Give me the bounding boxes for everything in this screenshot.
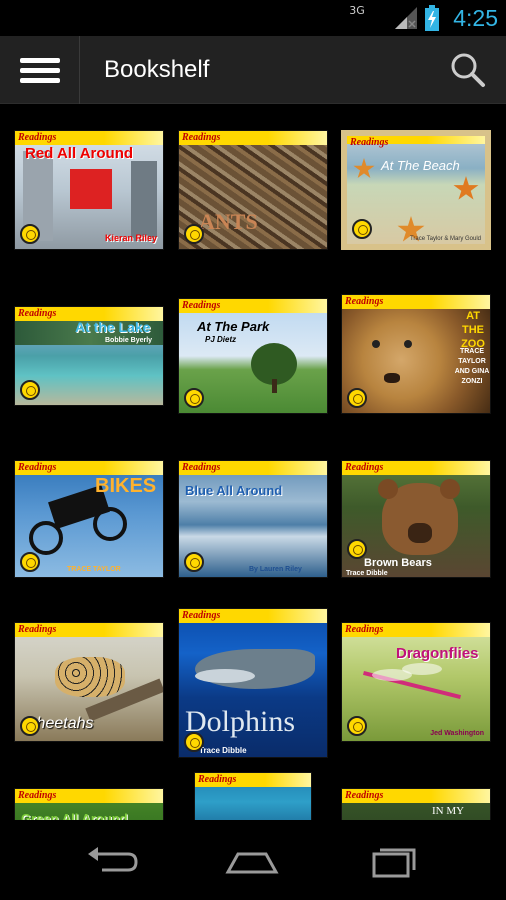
book-title: At The Park: [197, 319, 270, 334]
book-title: BIKES: [95, 475, 157, 497]
bookshelf-grid: Readings Red All Around Kieran Riley Rea…: [0, 104, 506, 820]
clock: 4:25: [453, 4, 498, 31]
book-author: Bobbie Byerly: [105, 337, 153, 344]
recent-apps-icon[interactable]: [364, 842, 424, 882]
book-cover-dragonflies[interactable]: Readings Dragonflies Jed Washington: [341, 622, 491, 742]
back-icon[interactable]: [82, 842, 142, 882]
network-type-label: 3G: [349, 4, 365, 17]
series-label: Readings: [345, 624, 384, 635]
book-author: Trace Taylor & Mary Gould: [409, 236, 481, 242]
series-label: Readings: [345, 296, 384, 307]
book-cover-in-my[interactable]: Readings IN MY: [341, 788, 491, 820]
book-author: By Lauren Riley: [249, 566, 302, 573]
book-author: TRACE TAYLOR: [67, 566, 121, 573]
book-cover-at-the-beach[interactable]: Readings At The Beach Trace Taylor & Mar…: [341, 130, 491, 250]
series-label: Readings: [182, 610, 221, 621]
book-cover-green-all-around[interactable]: Readings Green All Around: [14, 788, 164, 820]
book-title: ANTS: [199, 209, 258, 234]
series-label: Readings: [198, 774, 237, 785]
book-cover-ants[interactable]: Readings ANTS: [178, 130, 328, 250]
book-author: Trace Dibble: [199, 746, 247, 755]
book-title: AT THE ZOO: [461, 310, 485, 350]
series-label: Readings: [18, 462, 57, 473]
book-cover-red-all-around[interactable]: Readings Red All Around Kieran Riley: [14, 130, 164, 250]
book-title: Green All Around: [21, 811, 128, 820]
publisher-logo-icon: [352, 219, 372, 239]
battery-charging-icon: [425, 5, 440, 31]
publisher-logo-icon: [184, 224, 204, 244]
book-title: Dolphins: [185, 705, 296, 738]
publisher-logo-icon: [347, 716, 367, 736]
book-title: Dragonflies: [396, 645, 479, 662]
book-cover-at-the-zoo[interactable]: Readings AT THE ZOO TRACE TAYLOR AND GIN…: [341, 294, 491, 414]
publisher-logo-icon: [20, 224, 40, 244]
series-label: Readings: [350, 137, 389, 148]
book-cover-brown-bears[interactable]: Readings Brown Bears Trace Dibble: [341, 460, 491, 578]
book-author: Trace Dibble: [346, 570, 388, 577]
status-icons: 3G 4:25: [349, 0, 498, 36]
publisher-logo-icon: [20, 380, 40, 400]
series-label: Readings: [182, 300, 221, 311]
book-cover-bikes[interactable]: Readings BIKES TRACE TAYLOR: [14, 460, 164, 578]
series-label: Readings: [182, 462, 221, 473]
book-cover-cheetahs[interactable]: Readings Cheetahs: [14, 622, 164, 742]
page-title: Bookshelf: [104, 56, 210, 83]
menu-icon: [19, 53, 60, 88]
book-title: IN MY: [432, 805, 465, 817]
action-bar: Bookshelf: [0, 36, 506, 104]
status-bar: 3G 4:25: [0, 0, 506, 36]
publisher-logo-icon: [20, 716, 40, 736]
book-title: At The Beach: [381, 158, 460, 173]
publisher-logo-icon: [347, 539, 367, 559]
book-cover-fish[interactable]: Readings: [194, 772, 312, 820]
book-title: Blue All Around: [185, 483, 283, 498]
publisher-logo-icon: [20, 552, 40, 572]
book-cover-dolphins[interactable]: Readings Dolphins Trace Dibble: [178, 608, 328, 758]
book-title: Brown Bears: [364, 557, 432, 569]
book-author: TRACE TAYLOR AND GINA ZONZI: [454, 348, 490, 385]
series-label: Readings: [18, 132, 57, 143]
series-label: Readings: [345, 462, 384, 473]
book-author: Kieran Riley: [104, 233, 157, 243]
book-author: PJ Dietz: [205, 335, 237, 344]
home-icon[interactable]: [222, 842, 282, 882]
search-icon[interactable]: [448, 50, 488, 90]
series-label: Readings: [18, 624, 57, 635]
menu-button[interactable]: [0, 36, 80, 104]
book-cover-at-the-park[interactable]: Readings At The Park PJ Dietz: [178, 298, 328, 414]
book-cover-blue-all-around[interactable]: Readings Blue All Around By Lauren Riley: [178, 460, 328, 578]
publisher-logo-icon: [184, 388, 204, 408]
series-label: Readings: [345, 790, 384, 801]
series-label: Readings: [182, 132, 221, 143]
series-label: Readings: [18, 308, 57, 319]
navigation-bar: [0, 820, 506, 900]
book-title: At the Lake: [75, 319, 151, 335]
book-author: Jed Washington: [430, 730, 484, 737]
book-cover-at-the-lake[interactable]: Readings At the Lake Bobbie Byerly: [14, 306, 164, 406]
book-title: Red All Around: [25, 145, 134, 162]
publisher-logo-icon: [184, 732, 204, 752]
publisher-logo-icon: [184, 552, 204, 572]
publisher-logo-icon: [347, 388, 367, 408]
signal-icon: [395, 7, 418, 29]
series-label: Readings: [18, 790, 57, 801]
